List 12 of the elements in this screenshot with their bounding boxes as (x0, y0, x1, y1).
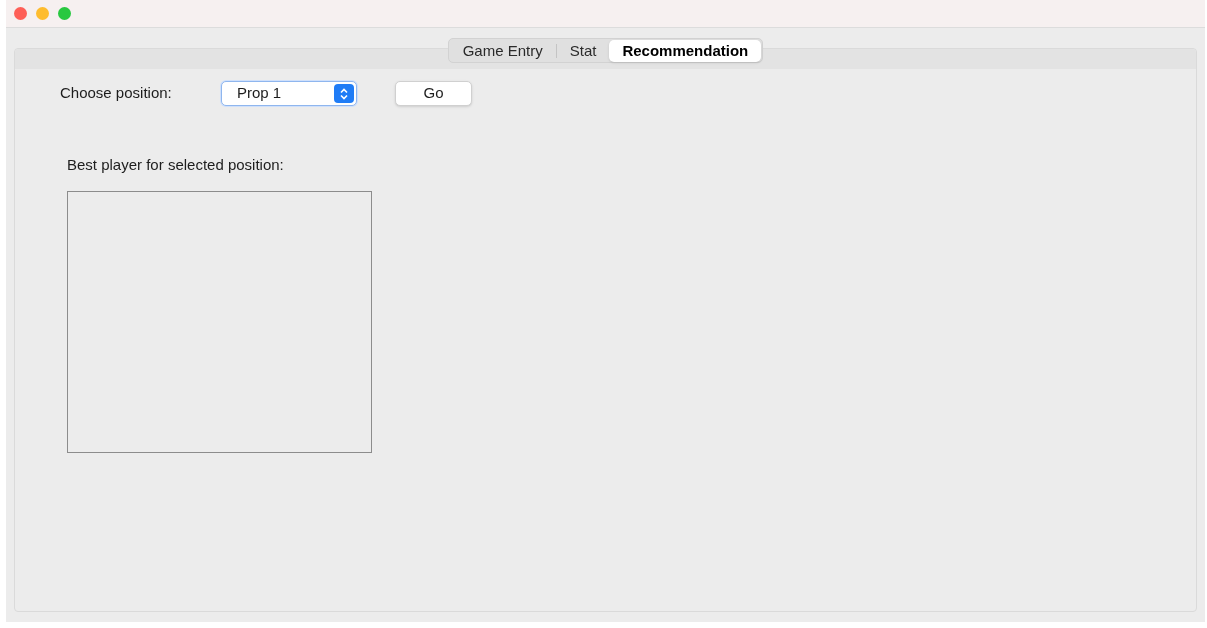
go-button[interactable]: Go (395, 81, 472, 106)
zoom-icon[interactable] (58, 7, 71, 20)
tab[interactable]: Stat (556, 39, 610, 62)
minimize-icon[interactable] (36, 7, 49, 20)
position-label: Choose position: (60, 83, 173, 104)
result-label: Best player for selected position: (66, 155, 284, 175)
stepper-icon (334, 84, 354, 103)
result-list[interactable] (67, 190, 372, 453)
position-select[interactable]: Prop 1 (221, 81, 357, 106)
close-icon[interactable] (14, 7, 27, 20)
tab[interactable]: Recommendation (609, 39, 762, 62)
tab[interactable]: Game Entry (449, 39, 556, 62)
